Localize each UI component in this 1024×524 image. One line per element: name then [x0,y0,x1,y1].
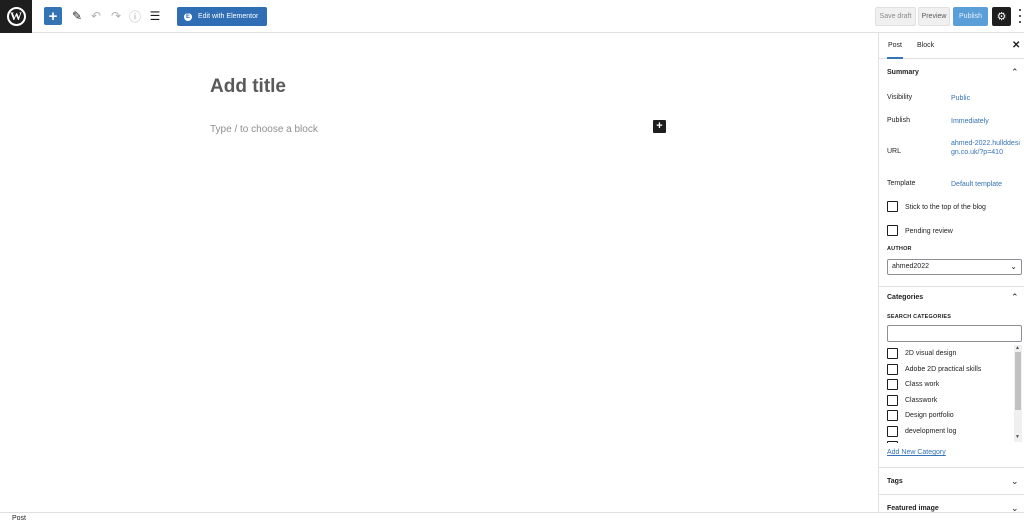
list-view-icon[interactable]: ☰ [146,7,164,25]
list-item[interactable]: Adobe 2D practical skills [879,363,1013,377]
save-draft-button[interactable]: Save draft [875,7,916,26]
search-categories-heading: SEARCH CATEGORIES [887,314,952,320]
block-placeholder[interactable]: Type / to choose a block [210,124,318,135]
category-label: Classwork [905,397,938,404]
list-item[interactable]: Design portfolio [879,409,1013,423]
categories-panel-toggle[interactable]: Categories ⌃ [879,292,1024,306]
template-value[interactable]: Default template [951,180,1002,189]
scroll-down-arrow-icon[interactable]: ▼ [1015,434,1020,440]
category-search-input[interactable] [887,325,1022,342]
redo-icon[interactable]: ↷ [107,7,125,25]
chevron-up-icon: ⌃ [1011,292,1019,302]
tags-heading: Tags [887,478,903,485]
publish-date-value[interactable]: Immediately [951,117,989,126]
pending-review-checkbox[interactable] [887,225,898,236]
publish-label: Publish [887,117,910,124]
categories-heading: Categories [887,294,924,301]
scroll-up-arrow-icon[interactable]: ▲ [1015,345,1020,351]
status-footer: Post [0,512,1024,524]
edit-with-elementor-button[interactable]: E Edit with Elementor [177,7,267,26]
featured-image-panel-toggle[interactable]: Featured image ⌄ [879,503,1024,512]
author-select[interactable]: ahmed2022 ⌄ [887,259,1022,275]
elementor-icon: E [184,12,192,21]
breadcrumb[interactable]: Post [12,515,26,522]
category-checkbox[interactable] [887,379,898,390]
undo-icon[interactable]: ↶ [87,7,105,25]
tab-block[interactable]: Block [917,33,934,59]
category-checkbox[interactable] [887,410,898,421]
stick-to-top-label: Stick to the top of the blog [905,204,986,211]
settings-gear-icon[interactable]: ⚙ [992,7,1011,26]
category-checkbox[interactable] [887,441,898,443]
preview-button[interactable]: Preview [918,7,950,26]
close-icon[interactable]: ✕ [1012,40,1020,51]
chevron-down-icon: ⌄ [1011,503,1019,512]
tab-post[interactable]: Post [887,33,904,59]
chevron-down-icon: ⌄ [1010,262,1017,271]
url-value[interactable]: ahmed-2022.hullddesign.co.uk/?p=410 [951,139,1021,157]
template-label: Template [887,180,916,187]
category-checkbox[interactable] [887,395,898,406]
list-item[interactable]: development log [879,425,1013,439]
settings-sidebar: Post Block ✕ Summary ⌃ Visibility Public… [878,33,1024,512]
category-checkbox[interactable] [887,348,898,359]
category-scrollbar[interactable]: ▲ ▼ [1014,345,1022,442]
summary-heading: Summary [887,69,919,76]
summary-panel-toggle[interactable]: Summary ⌃ [879,67,1024,81]
scrollbar-thumb[interactable] [1015,352,1021,410]
pending-review-label: Pending review [905,228,953,235]
post-title-input[interactable]: Add title [210,76,286,98]
category-label: Adobe 2D practical skills [905,366,982,373]
list-item[interactable] [879,440,1013,443]
chevron-up-icon: ⌃ [1011,67,1019,77]
info-icon[interactable]: ⓘ [126,7,144,25]
sidebar-tabs: Post Block ✕ [879,33,1024,59]
list-item[interactable]: 2D visual design [879,347,1013,361]
block-inserter-button[interactable]: + [44,7,62,25]
visibility-value[interactable]: Public [951,94,970,103]
chevron-down-icon: ⌄ [1011,476,1019,486]
list-item[interactable]: Classwork [879,394,1013,408]
url-label: URL [887,148,902,155]
pencil-tools-icon[interactable]: ✎ [68,7,86,25]
category-label: 2D visual design [905,350,957,357]
stick-to-top-checkbox[interactable] [887,201,898,212]
divider [879,494,1024,495]
wordpress-logo-letter: W [6,7,26,26]
author-select-value: ahmed2022 [892,263,929,270]
category-label: Class work [905,381,940,388]
add-new-category-link[interactable]: Add New Category [887,449,946,456]
top-toolbar: W + ✎ ↶ ↷ ⓘ ☰ E Edit with Elementor Save… [0,0,1024,33]
category-list: 2D visual design Adobe 2D practical skil… [879,345,1024,443]
category-label: Design portfolio [905,412,954,419]
category-label: development log [905,428,957,435]
edit-with-elementor-label: Edit with Elementor [198,13,259,20]
more-options-icon[interactable] [1017,9,1023,23]
category-checkbox[interactable] [887,426,898,437]
tags-panel-toggle[interactable]: Tags ⌄ [879,476,1024,490]
wordpress-logo-icon[interactable]: W [0,0,32,33]
list-item[interactable]: Class work [879,378,1013,392]
visibility-label: Visibility [887,94,913,101]
divider [879,467,1024,468]
featured-image-heading: Featured image [887,505,939,512]
divider [879,286,1024,287]
add-block-icon[interactable]: + [653,120,666,133]
author-heading: AUTHOR [887,246,912,252]
editor-canvas: Add title Type / to choose a block + [0,33,878,512]
category-checkbox[interactable] [887,364,898,375]
publish-button[interactable]: Publish [953,7,988,26]
